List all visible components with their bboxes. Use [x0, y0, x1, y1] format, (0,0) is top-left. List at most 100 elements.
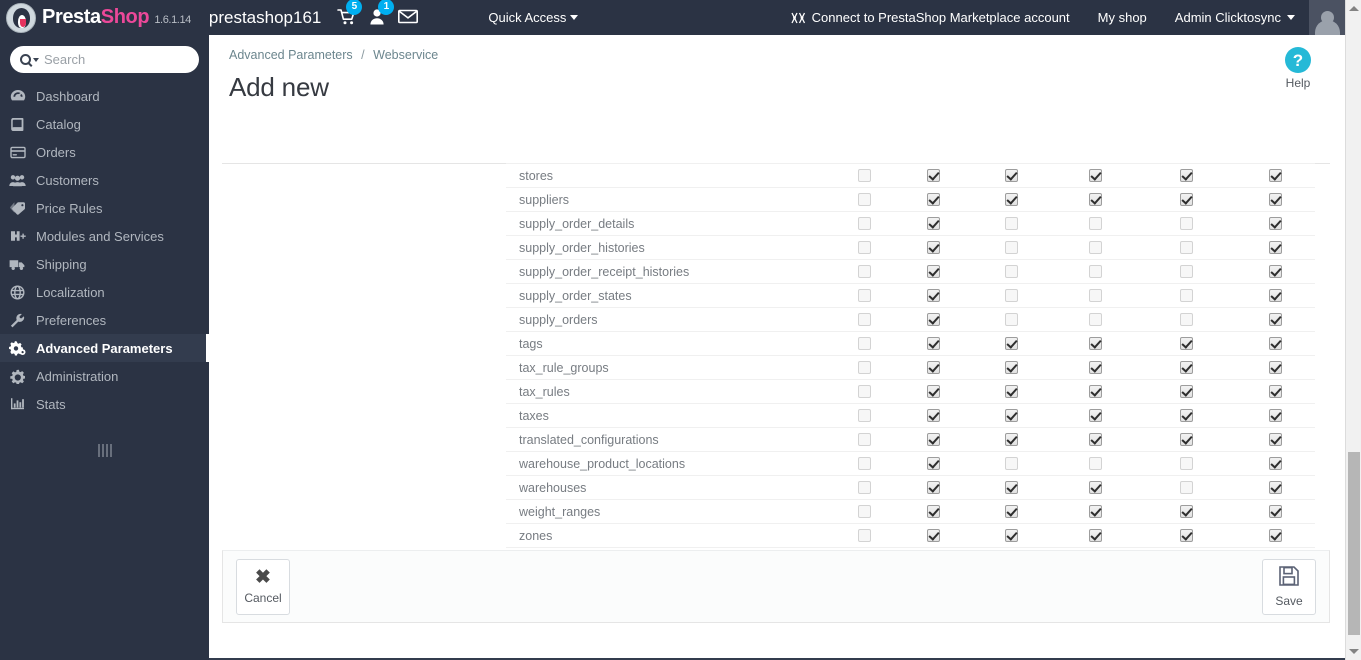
- checkbox-supply_orders-all[interactable]: [857, 312, 871, 326]
- checkbox-taxes-edit[interactable]: [1088, 408, 1102, 422]
- permission-cell-edit[interactable]: [1052, 451, 1138, 476]
- checkbox-zones-fast_view[interactable]: [1268, 528, 1282, 542]
- permission-cell-fast_view[interactable]: [1235, 283, 1315, 308]
- permission-cell-add[interactable]: [970, 163, 1053, 188]
- checkbox-supply_order_receipt_histories-add[interactable]: [1004, 264, 1018, 278]
- checkbox-taxes-view[interactable]: [927, 408, 941, 422]
- permission-cell-all[interactable]: [831, 283, 897, 308]
- permission-cell-view[interactable]: [896, 331, 971, 356]
- checkbox-supply_order_details-delete[interactable]: [1180, 216, 1194, 230]
- permission-cell-all[interactable]: [831, 379, 897, 404]
- checkbox-translated_configurations-add[interactable]: [1004, 432, 1018, 446]
- checkbox-supply_order_states-add[interactable]: [1004, 288, 1018, 302]
- checkbox-tax_rule_groups-fast_view[interactable]: [1268, 360, 1282, 374]
- permission-cell-add[interactable]: [970, 523, 1053, 548]
- permission-cell-delete[interactable]: [1137, 259, 1236, 284]
- permission-cell-fast_view[interactable]: [1235, 307, 1315, 332]
- permission-cell-add[interactable]: [970, 403, 1053, 428]
- permission-cell-edit[interactable]: [1052, 259, 1138, 284]
- mail-icon[interactable]: [398, 9, 419, 27]
- checkbox-supply_order_states-fast_view[interactable]: [1268, 288, 1282, 302]
- quick-access-dropdown[interactable]: Quick Access: [488, 10, 579, 25]
- permission-cell-fast_view[interactable]: [1235, 355, 1315, 380]
- cart-icon[interactable]: 5: [337, 0, 363, 28]
- permission-cell-fast_view[interactable]: [1235, 331, 1315, 356]
- checkbox-zones-delete[interactable]: [1180, 528, 1194, 542]
- checkbox-tags-add[interactable]: [1004, 336, 1018, 350]
- permission-cell-delete[interactable]: [1137, 355, 1236, 380]
- checkbox-warehouse_product_locations-delete[interactable]: [1180, 456, 1194, 470]
- checkbox-warehouse_product_locations-add[interactable]: [1004, 456, 1018, 470]
- permission-cell-fast_view[interactable]: [1235, 499, 1315, 524]
- scroll-up-arrow[interactable]: [1346, 0, 1361, 17]
- permission-cell-fast_view[interactable]: [1235, 163, 1315, 188]
- permission-cell-delete[interactable]: [1137, 283, 1236, 308]
- permission-cell-add[interactable]: [970, 235, 1053, 260]
- checkbox-supply_order_states-edit[interactable]: [1088, 288, 1102, 302]
- permission-cell-edit[interactable]: [1052, 379, 1138, 404]
- permission-cell-all[interactable]: [831, 427, 897, 452]
- checkbox-weight_ranges-edit[interactable]: [1088, 504, 1102, 518]
- checkbox-warehouses-fast_view[interactable]: [1268, 480, 1282, 494]
- permission-cell-all[interactable]: [831, 475, 897, 500]
- sidebar-collapse-handle[interactable]: [0, 444, 209, 457]
- permission-cell-delete[interactable]: [1137, 475, 1236, 500]
- permission-cell-all[interactable]: [831, 523, 897, 548]
- permission-cell-delete[interactable]: [1137, 211, 1236, 236]
- checkbox-supply_order_receipt_histories-view[interactable]: [927, 264, 941, 278]
- checkbox-supply_order_details-all[interactable]: [857, 216, 871, 230]
- permission-cell-all[interactable]: [831, 259, 897, 284]
- checkbox-supply_order_states-view[interactable]: [927, 288, 941, 302]
- checkbox-supply_order_details-add[interactable]: [1004, 216, 1018, 230]
- permission-cell-add[interactable]: [970, 355, 1053, 380]
- checkbox-supply_order_details-edit[interactable]: [1088, 216, 1102, 230]
- permission-cell-fast_view[interactable]: [1235, 235, 1315, 260]
- checkbox-taxes-delete[interactable]: [1180, 408, 1194, 422]
- sidebar-item-shipping[interactable]: Shipping: [0, 250, 209, 278]
- shop-name-link[interactable]: prestashop161: [209, 8, 321, 28]
- scrollbar-thumb[interactable]: [1348, 452, 1360, 635]
- checkbox-tax_rule_groups-all[interactable]: [857, 360, 871, 374]
- checkbox-supply_orders-edit[interactable]: [1088, 312, 1102, 326]
- permission-cell-delete[interactable]: [1137, 331, 1236, 356]
- permission-cell-view[interactable]: [896, 523, 971, 548]
- permission-cell-fast_view[interactable]: [1235, 475, 1315, 500]
- checkbox-warehouse_product_locations-edit[interactable]: [1088, 456, 1102, 470]
- permission-cell-view[interactable]: [896, 235, 971, 260]
- permission-cell-add[interactable]: [970, 259, 1053, 284]
- checkbox-tax_rule_groups-add[interactable]: [1004, 360, 1018, 374]
- checkbox-warehouse_product_locations-all[interactable]: [857, 456, 871, 470]
- checkbox-warehouses-all[interactable]: [857, 480, 871, 494]
- checkbox-supply_order_states-all[interactable]: [857, 288, 871, 302]
- permission-cell-fast_view[interactable]: [1235, 211, 1315, 236]
- permission-cell-add[interactable]: [970, 379, 1053, 404]
- checkbox-warehouses-delete[interactable]: [1180, 480, 1194, 494]
- checkbox-weight_ranges-view[interactable]: [927, 504, 941, 518]
- permission-cell-add[interactable]: [970, 283, 1053, 308]
- permission-cell-edit[interactable]: [1052, 475, 1138, 500]
- checkbox-zones-edit[interactable]: [1088, 528, 1102, 542]
- checkbox-supply_order_histories-edit[interactable]: [1088, 240, 1102, 254]
- brand-name[interactable]: PrestaShop 1.6.1.14: [42, 6, 191, 29]
- permission-cell-view[interactable]: [896, 451, 971, 476]
- search-input[interactable]: [44, 52, 220, 67]
- scroll-down-arrow[interactable]: [1346, 643, 1361, 660]
- permission-cell-all[interactable]: [831, 331, 897, 356]
- permission-cell-view[interactable]: [896, 283, 971, 308]
- checkbox-supply_order_receipt_histories-all[interactable]: [857, 264, 871, 278]
- permission-cell-edit[interactable]: [1052, 163, 1138, 188]
- permission-cell-add[interactable]: [970, 499, 1053, 524]
- permission-cell-view[interactable]: [896, 307, 971, 332]
- checkbox-supply_order_histories-view[interactable]: [927, 240, 941, 254]
- checkbox-tags-delete[interactable]: [1180, 336, 1194, 350]
- checkbox-tax_rule_groups-view[interactable]: [927, 360, 941, 374]
- permission-cell-all[interactable]: [831, 451, 897, 476]
- checkbox-supply_order_histories-all[interactable]: [857, 240, 871, 254]
- permission-cell-view[interactable]: [896, 211, 971, 236]
- checkbox-tax_rules-edit[interactable]: [1088, 384, 1102, 398]
- checkbox-suppliers-all[interactable]: [857, 192, 871, 206]
- my-shop-link[interactable]: My shop: [1084, 0, 1161, 35]
- sidebar-item-administration[interactable]: Administration: [0, 362, 209, 390]
- checkbox-stores-fast_view[interactable]: [1268, 168, 1282, 182]
- permission-cell-delete[interactable]: [1137, 307, 1236, 332]
